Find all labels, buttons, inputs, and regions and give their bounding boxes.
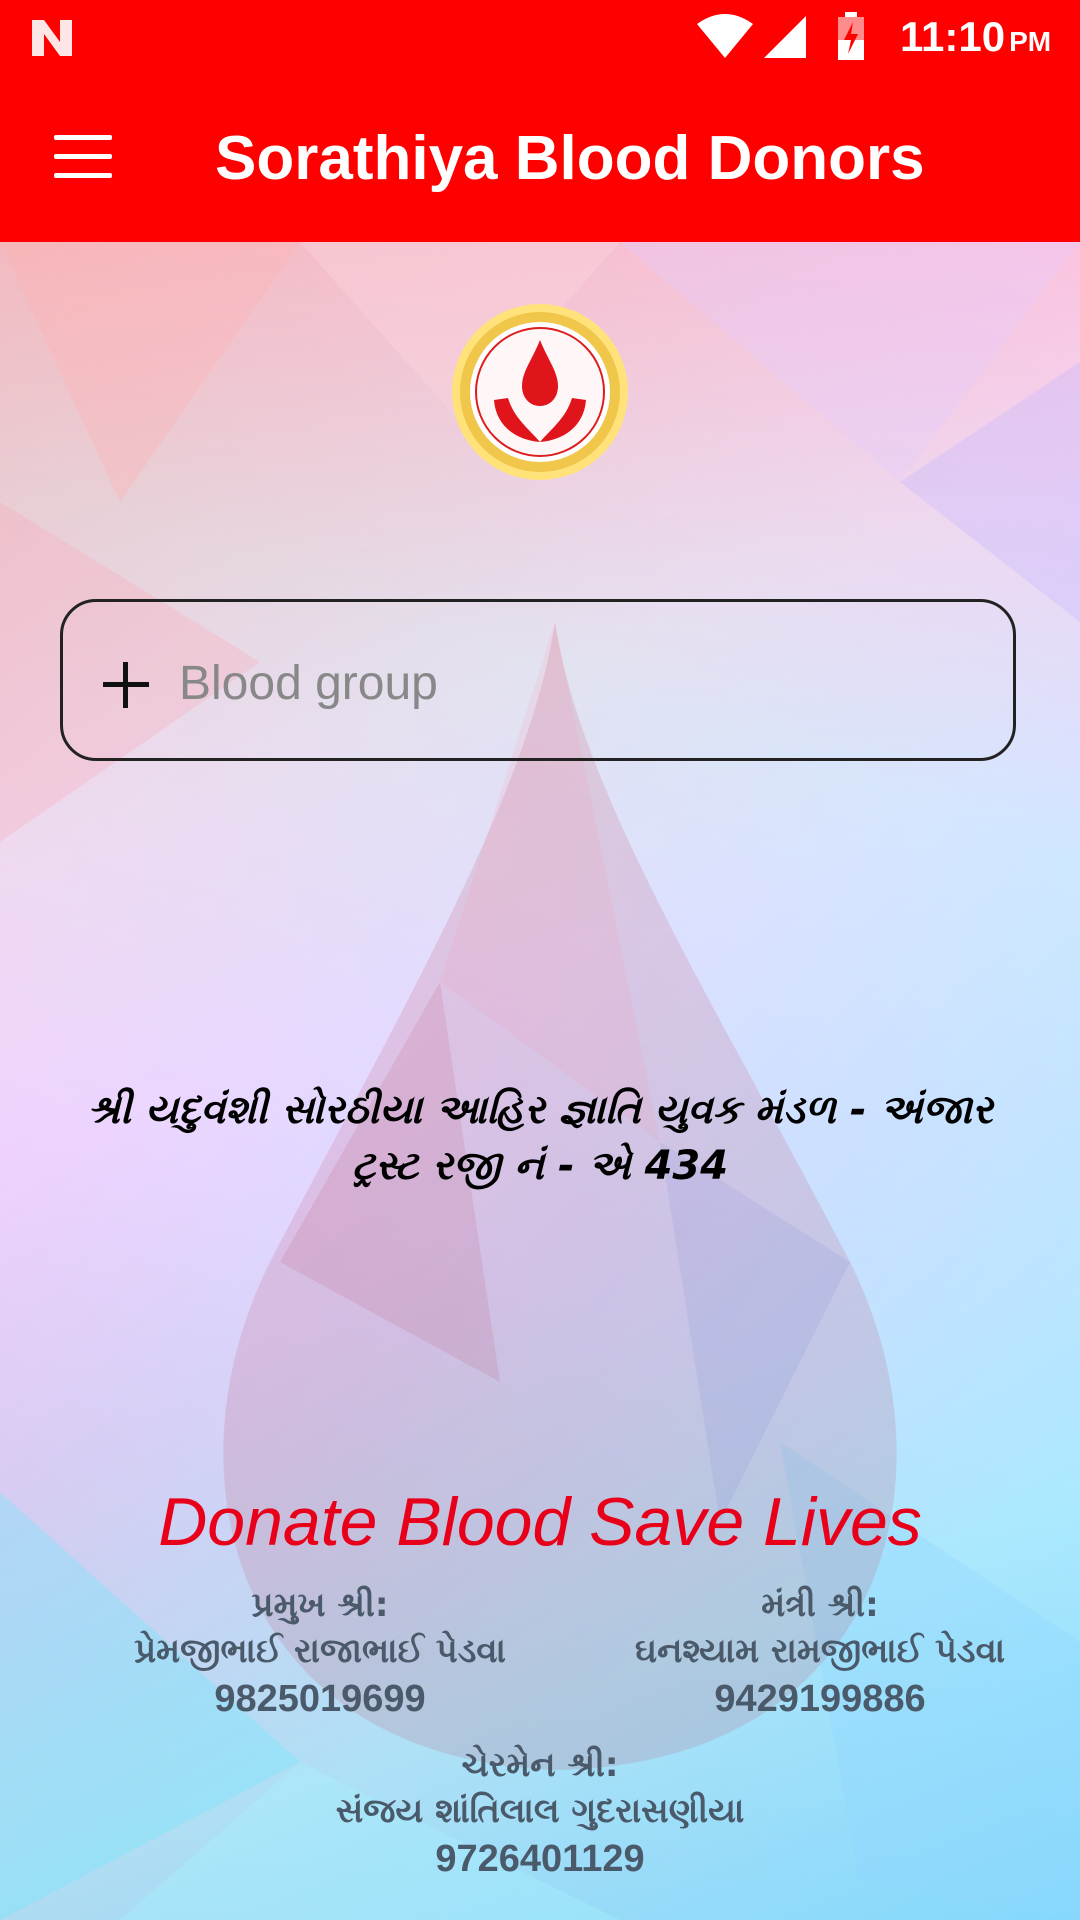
contact-name: સંજય શાંતિલાલ ગુદરાસણીયા — [335, 1791, 745, 1831]
trust-info: શ્રી યદુવંશી સોરઠીયા આહિર જ્ઞાતિ યુવક મં… — [30, 1082, 1050, 1194]
app-title: Sorathiya Blood Donors — [215, 124, 925, 193]
n-logo-icon — [32, 20, 72, 56]
contact-phone[interactable]: 9429199886 — [590, 1674, 1050, 1724]
contact-phone[interactable]: 9726401129 — [240, 1834, 840, 1884]
wifi-icon — [697, 14, 753, 58]
contact-chairman: ચેરમેન શ્રી: સંજય શાંતિલાલ ગુદરાસણીયા 97… — [240, 1742, 840, 1884]
contact-role: મંત્રી શ્રી: — [761, 1585, 879, 1625]
status-time-value: 11:10 — [900, 13, 1006, 60]
status-bar: 11:10 PM — [0, 0, 1080, 75]
contact-name: ઘનશ્યામ રામજીભાઈ પેડવા — [634, 1631, 1006, 1671]
battery-charging-icon — [838, 12, 864, 60]
contact-president: પ્રમુખ શ્રી: પ્રેમજીભાઈ રાજાભાઈ પેડવા 98… — [80, 1582, 560, 1724]
contact-phone[interactable]: 9825019699 — [80, 1674, 560, 1724]
trust-registration: ટ્રસ્ટ રજી નં - એ 434 — [351, 1143, 729, 1189]
blood-group-placeholder: Blood group — [179, 657, 438, 710]
hamburger-menu-icon[interactable] — [54, 135, 112, 179]
blood-group-field[interactable]: Blood group — [60, 599, 1016, 761]
status-time-ampm: PM — [1009, 26, 1052, 57]
contact-name: પ્રેમજીભાઈ રાજાભાઈ પેડવા — [134, 1631, 506, 1671]
contact-role: પ્રમુખ શ્રી: — [251, 1585, 389, 1625]
slogan: Donate Blood Save Lives — [158, 1484, 922, 1560]
main-content: Blood group શ્રી યદુવંશી સોરઠીયા આહિર જ્… — [0, 242, 1080, 1920]
signal-icon — [764, 16, 806, 58]
app-bar: Sorathiya Blood Donors — [0, 75, 1080, 242]
contact-secretary: મંત્રી શ્રી: ઘનશ્યામ રામજીભાઈ પેડવા 9429… — [590, 1582, 1050, 1724]
plus-icon[interactable] — [103, 662, 149, 708]
trust-name: શ્રી યદુવંશી સોરઠીયા આહિર જ્ઞાતિ યુવક મં… — [87, 1087, 993, 1133]
blood-drop-hands-logo — [452, 304, 628, 480]
status-time: 11:10 PM — [900, 10, 1051, 69]
contact-role: ચેરમેન શ્રી: — [461, 1745, 619, 1785]
